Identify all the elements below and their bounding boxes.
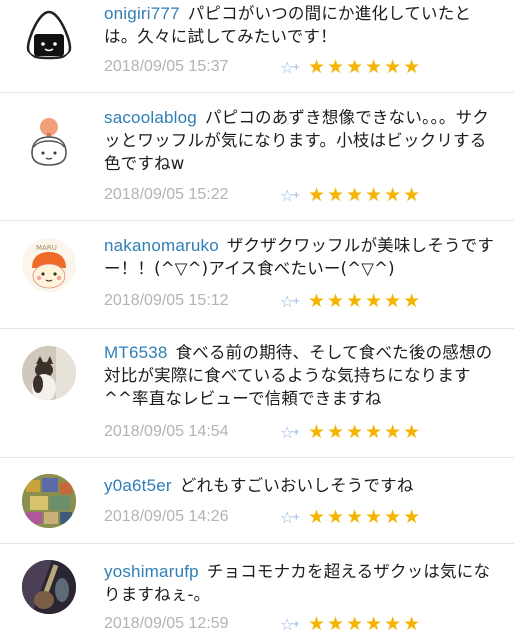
avatar[interactable] — [22, 113, 76, 167]
add-star-icon[interactable]: ☆ + — [280, 423, 306, 442]
star-rating: ★★★★★★ — [308, 421, 423, 443]
avatar[interactable]: MARU — [22, 238, 76, 292]
divider — [0, 543, 514, 544]
divider — [0, 220, 514, 221]
onigiri-avatar-icon — [26, 10, 72, 60]
maru-avatar-icon: MARU — [32, 244, 66, 289]
username[interactable]: y0a6t5er — [104, 476, 172, 495]
girl-avatar-icon — [31, 118, 67, 166]
divider — [0, 92, 514, 93]
username[interactable]: sacoolablog — [104, 108, 197, 127]
add-star-icon[interactable]: ☆ + — [280, 508, 306, 527]
avatar[interactable] — [22, 474, 76, 528]
timestamp: 2018/09/05 15:37 — [104, 58, 229, 75]
timestamp: 2018/09/05 15:22 — [104, 186, 229, 203]
star-rating: ★★★★★★ — [308, 184, 423, 206]
mosaic-avatar-icon — [22, 474, 76, 528]
username[interactable]: nakanomaruko — [104, 236, 219, 255]
guitar-avatar-icon — [22, 560, 76, 614]
timestamp: 2018/09/05 14:54 — [104, 423, 229, 440]
divider — [0, 457, 514, 458]
username[interactable]: yoshimarufp — [104, 562, 199, 581]
svg-text:MARU: MARU — [36, 244, 57, 252]
username[interactable]: MT6538 — [104, 343, 168, 362]
divider — [0, 328, 514, 329]
star-rating: ★★★★★★ — [308, 613, 423, 635]
timestamp: 2018/09/05 12:59 — [104, 615, 229, 632]
star-rating: ★★★★★★ — [308, 290, 423, 312]
timestamp: 2018/09/05 15:12 — [104, 292, 229, 309]
add-star-icon[interactable]: ☆ + — [280, 292, 306, 311]
avatar[interactable] — [22, 346, 76, 400]
timestamp: 2018/09/05 14:26 — [104, 508, 229, 525]
add-star-icon[interactable]: ☆ + — [280, 186, 306, 205]
comment-list: onigiri777 パピコがいつの間にか進化していたとは。久々に試してみたいです… — [0, 0, 514, 640]
comment-text: どれもすごいおいしそうですね — [179, 476, 414, 495]
username[interactable]: onigiri777 — [104, 4, 180, 23]
star-rating: ★★★★★★ — [308, 56, 423, 78]
add-star-icon[interactable]: ☆ + — [280, 58, 306, 77]
star-rating: ★★★★★★ — [308, 506, 423, 528]
avatar[interactable] — [22, 560, 76, 614]
add-star-icon[interactable]: ☆ + — [280, 615, 306, 634]
avatar[interactable] — [22, 8, 76, 62]
cat-avatar-icon — [22, 346, 76, 400]
